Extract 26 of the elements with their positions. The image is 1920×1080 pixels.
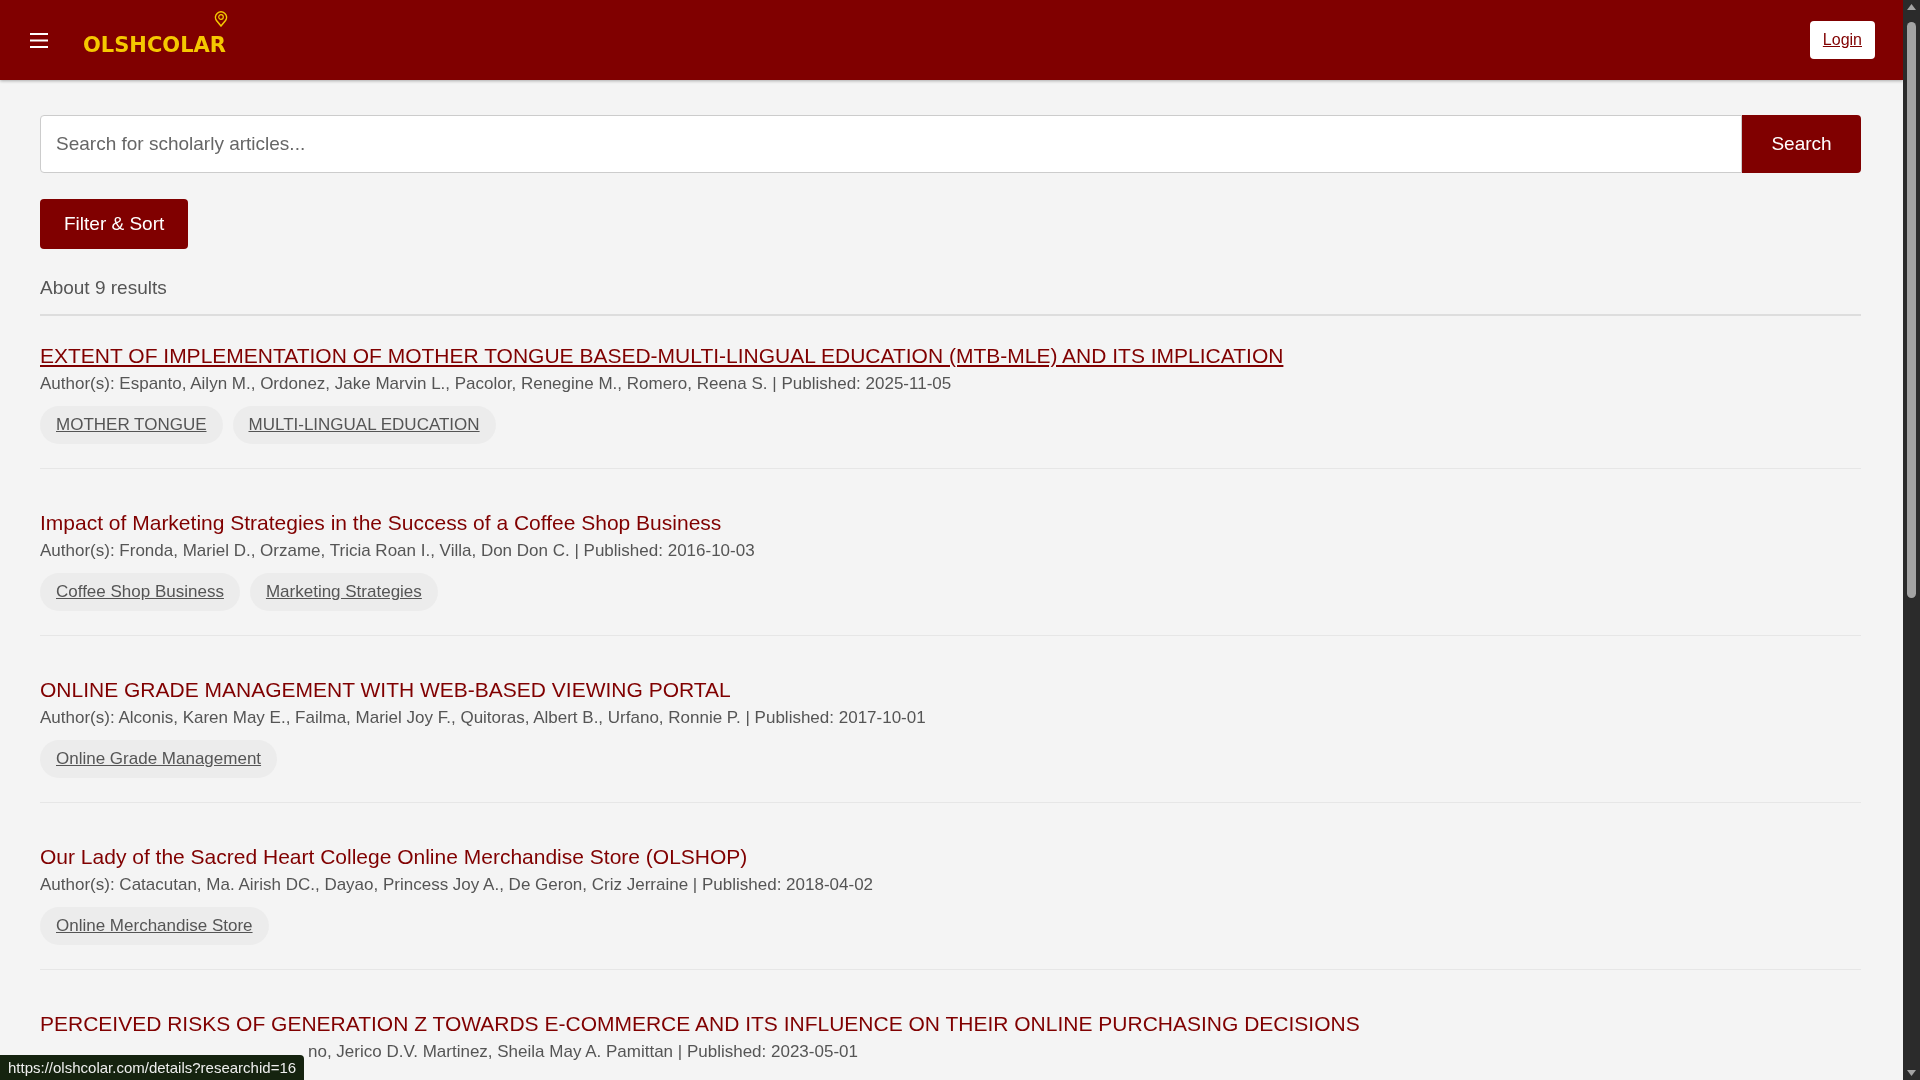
- keyword-tag[interactable]: Online Merchandise Store: [40, 907, 269, 945]
- result-title-link[interactable]: PERCEIVED RISKS OF GENERATION Z TOWARDS E-COMMERCE AND ITS INFLUENCE ON THEIR ONLINE PURCHASING DECISIONS: [40, 1012, 1360, 1036]
- result-meta: Author(s): Fronda, Mariel D., Orzame, Tricia Roan I., Villa, Don Don C. | Published: 2016-10-03: [40, 541, 756, 561]
- result-title-link[interactable]: Our Lady of the Sacred Heart College Online Merchandise Store (OLSHOP): [40, 845, 748, 869]
- keyword-tag[interactable]: Coffee Shop Business: [40, 573, 240, 611]
- result-title-link[interactable]: Impact of Marketing Strategies in the Success of a Coffee Shop Business: [40, 511, 722, 535]
- search-button[interactable]: Search: [1742, 115, 1861, 173]
- result-count: About 9 results: [40, 277, 168, 299]
- keyword-tag[interactable]: Marketing Strategies: [249, 573, 438, 611]
- search-field[interactable]: Search for scholarly articles...: [40, 115, 1742, 173]
- keyword-tag[interactable]: MULTI-LINGUAL EDUCATION: [232, 406, 496, 444]
- result-meta: Author(s): Espanto, Ailyn M., Ordonez, Jake Marvin L., Pacolor, Renegine M., Romero, Reena S. | Published: 2025-11-05: [40, 374, 953, 394]
- result-title-link[interactable]: ONLINE GRADE MANAGEMENT WITH WEB-BASED VIEWING PORTAL: [40, 678, 731, 702]
- keyword-tag[interactable]: MOTHER TONGUE: [40, 406, 223, 444]
- status-url: https://olshcolar.com/details?researchid=16: [0, 1055, 305, 1080]
- pin-icon: [214, 11, 228, 27]
- filter-sort-button[interactable]: Filter & Sort: [40, 199, 189, 249]
- result-meta: Author(s): Catacutan, Ma. Airish DC., Dayao, Princess Joy A., De Geron, Criz Jerraine | Published: 2018-04-02: [40, 875, 875, 895]
- result-meta: no, Jerico D.V. Martinez, Sheila May A. Pamittan | Published: 2023-05-01: [307, 1042, 859, 1062]
- menu-icon[interactable]: [30, 32, 48, 48]
- result-meta: Author(s): Alconis, Karen May E., Failma, Mariel Joy F., Quitoras, Albert B., Urfano, Ronnie P. | Published: 2017-10-01: [40, 708, 927, 728]
- result-title-link[interactable]: EXTENT OF IMPLEMENTATION OF MOTHER TONGUE BASED-MULTI-LINGUAL EDUCATION (MTB-MLE) AND ITS IMPLICATION: [40, 344, 1284, 368]
- logo-text[interactable]: OLSHCOLAR: [83, 33, 226, 57]
- login-button[interactable]: Login: [1809, 21, 1875, 59]
- scrollbar[interactable]: [1903, 0, 1920, 1080]
- keyword-tag[interactable]: Online Grade Management: [40, 740, 278, 778]
